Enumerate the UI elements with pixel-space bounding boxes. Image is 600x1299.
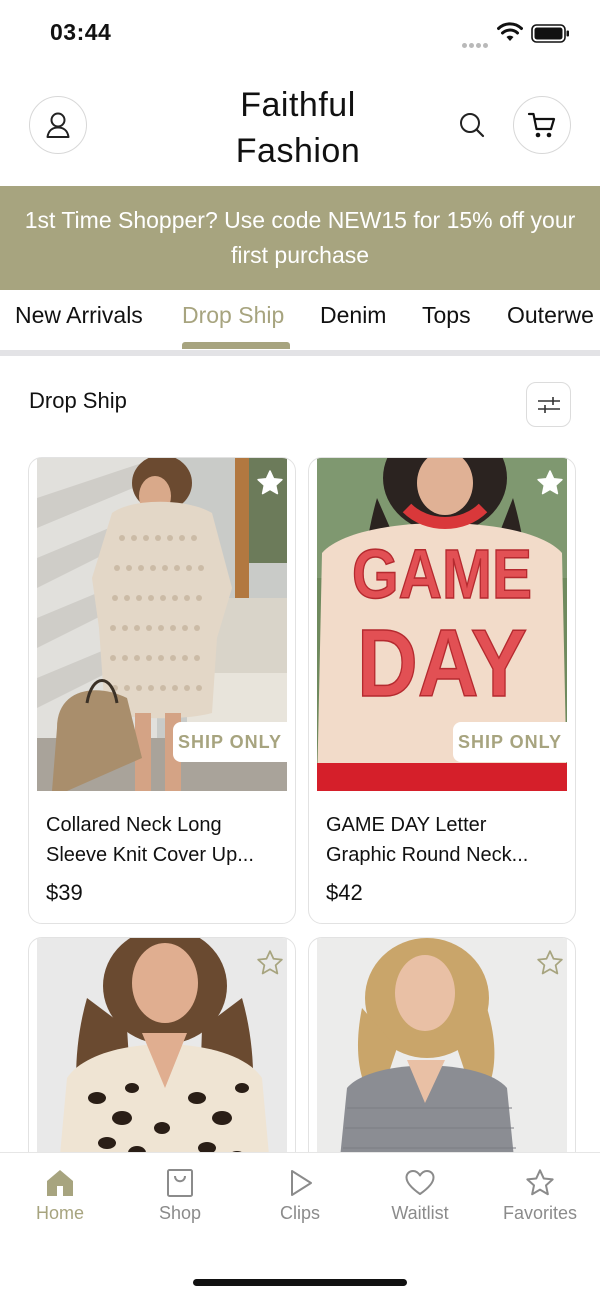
status-bar: 03:44 [0, 0, 600, 66]
promo-banner[interactable]: 1st Time Shopper? Use code NEW15 for 15%… [0, 186, 600, 290]
product-card[interactable]: GAME DAY SHIP ONLY GAME DAY Letter Graph… [308, 457, 576, 924]
play-icon [291, 1170, 312, 1196]
product-image[interactable]: SHIP ONLY [37, 458, 287, 791]
tab-outerwear[interactable]: Outerwe [507, 302, 594, 329]
favorite-star-icon[interactable] [255, 468, 285, 498]
wifi-icon [497, 22, 523, 41]
nav-clips-label: Clips [279, 1203, 320, 1223]
favorite-star-icon[interactable] [255, 948, 285, 978]
app-header: Faithful Fashion [0, 66, 600, 186]
filter-button[interactable] [526, 382, 571, 427]
product-card[interactable] [28, 937, 296, 1187]
star-icon [526, 1169, 554, 1196]
shirt-print-line1: GAME [352, 535, 532, 613]
product-title-line1: Collared Neck Long [46, 814, 222, 836]
nav-waitlist-label: Waitlist [391, 1203, 449, 1223]
promo-line1: 1st Time Shopper? Use code NEW15 for 15%… [24, 207, 576, 233]
product-title[interactable]: GAME DAY Letter Graphic Round Neck... [326, 810, 564, 870]
signal-dots-icon [462, 35, 490, 48]
sliders-icon [537, 396, 560, 413]
product-title-line2: Graphic Round Neck... [326, 844, 529, 866]
account-button[interactable] [29, 96, 87, 154]
active-tab-indicator [182, 342, 290, 349]
tab-new-arrivals[interactable]: New Arrivals [15, 302, 143, 329]
search-icon [460, 113, 485, 138]
tab-denim[interactable]: Denim [320, 302, 386, 329]
product-image[interactable] [37, 938, 287, 1186]
favorite-star-icon[interactable] [535, 468, 565, 498]
tab-drop-ship[interactable]: Drop Ship [182, 302, 284, 329]
home-icon [47, 1170, 73, 1196]
brand-line1: Faithful [240, 86, 356, 124]
nav-home[interactable]: Home [0, 1167, 120, 1224]
product-card[interactable] [308, 937, 576, 1187]
product-card[interactable]: SHIP ONLY Collared Neck Long Sleeve Knit… [28, 457, 296, 924]
cart-icon [527, 112, 556, 138]
nav-clips[interactable]: Clips [240, 1167, 360, 1224]
ship-only-badge: SHIP ONLY [453, 722, 567, 762]
nav-waitlist[interactable]: Waitlist [360, 1167, 480, 1224]
product-image[interactable]: GAME DAY SHIP ONLY [317, 458, 567, 791]
shirt-print-line2: DAY [357, 610, 527, 717]
nav-favorites-label: Favorites [502, 1203, 578, 1223]
favorite-star-icon[interactable] [535, 948, 565, 978]
account-icon [46, 112, 70, 138]
bottom-navigation: Home Shop Clips Waitlist Favorites [0, 1152, 600, 1299]
status-time: 03:44 [50, 19, 112, 45]
brand-logo[interactable]: Faithful Fashion [200, 82, 396, 174]
home-indicator[interactable] [193, 1279, 407, 1286]
ship-only-badge: SHIP ONLY [173, 722, 287, 762]
nav-shop-label: Shop [158, 1203, 202, 1223]
nav-shop[interactable]: Shop [120, 1167, 240, 1224]
cart-button[interactable] [513, 96, 571, 154]
product-title-line2: Sleeve Knit Cover Up... [46, 844, 254, 866]
product-title[interactable]: Collared Neck Long Sleeve Knit Cover Up.… [46, 810, 284, 870]
category-tabs[interactable]: New Arrivals Drop Ship Denim Tops Outerw… [0, 290, 600, 356]
heart-icon [405, 1170, 435, 1195]
nav-home-label: Home [35, 1203, 84, 1223]
promo-line2: first purchase [230, 242, 370, 268]
product-title-line1: GAME DAY Letter [326, 814, 487, 836]
product-price: $39 [46, 880, 83, 905]
product-price: $42 [326, 880, 363, 905]
search-button[interactable] [455, 108, 489, 142]
nav-favorites[interactable]: Favorites [480, 1167, 600, 1224]
tab-tops[interactable]: Tops [422, 302, 471, 329]
shop-icon [167, 1169, 193, 1197]
battery-icon [531, 24, 569, 43]
section-title: Drop Ship [29, 388, 127, 413]
product-image[interactable] [317, 938, 567, 1186]
brand-line2: Fashion [235, 132, 361, 170]
